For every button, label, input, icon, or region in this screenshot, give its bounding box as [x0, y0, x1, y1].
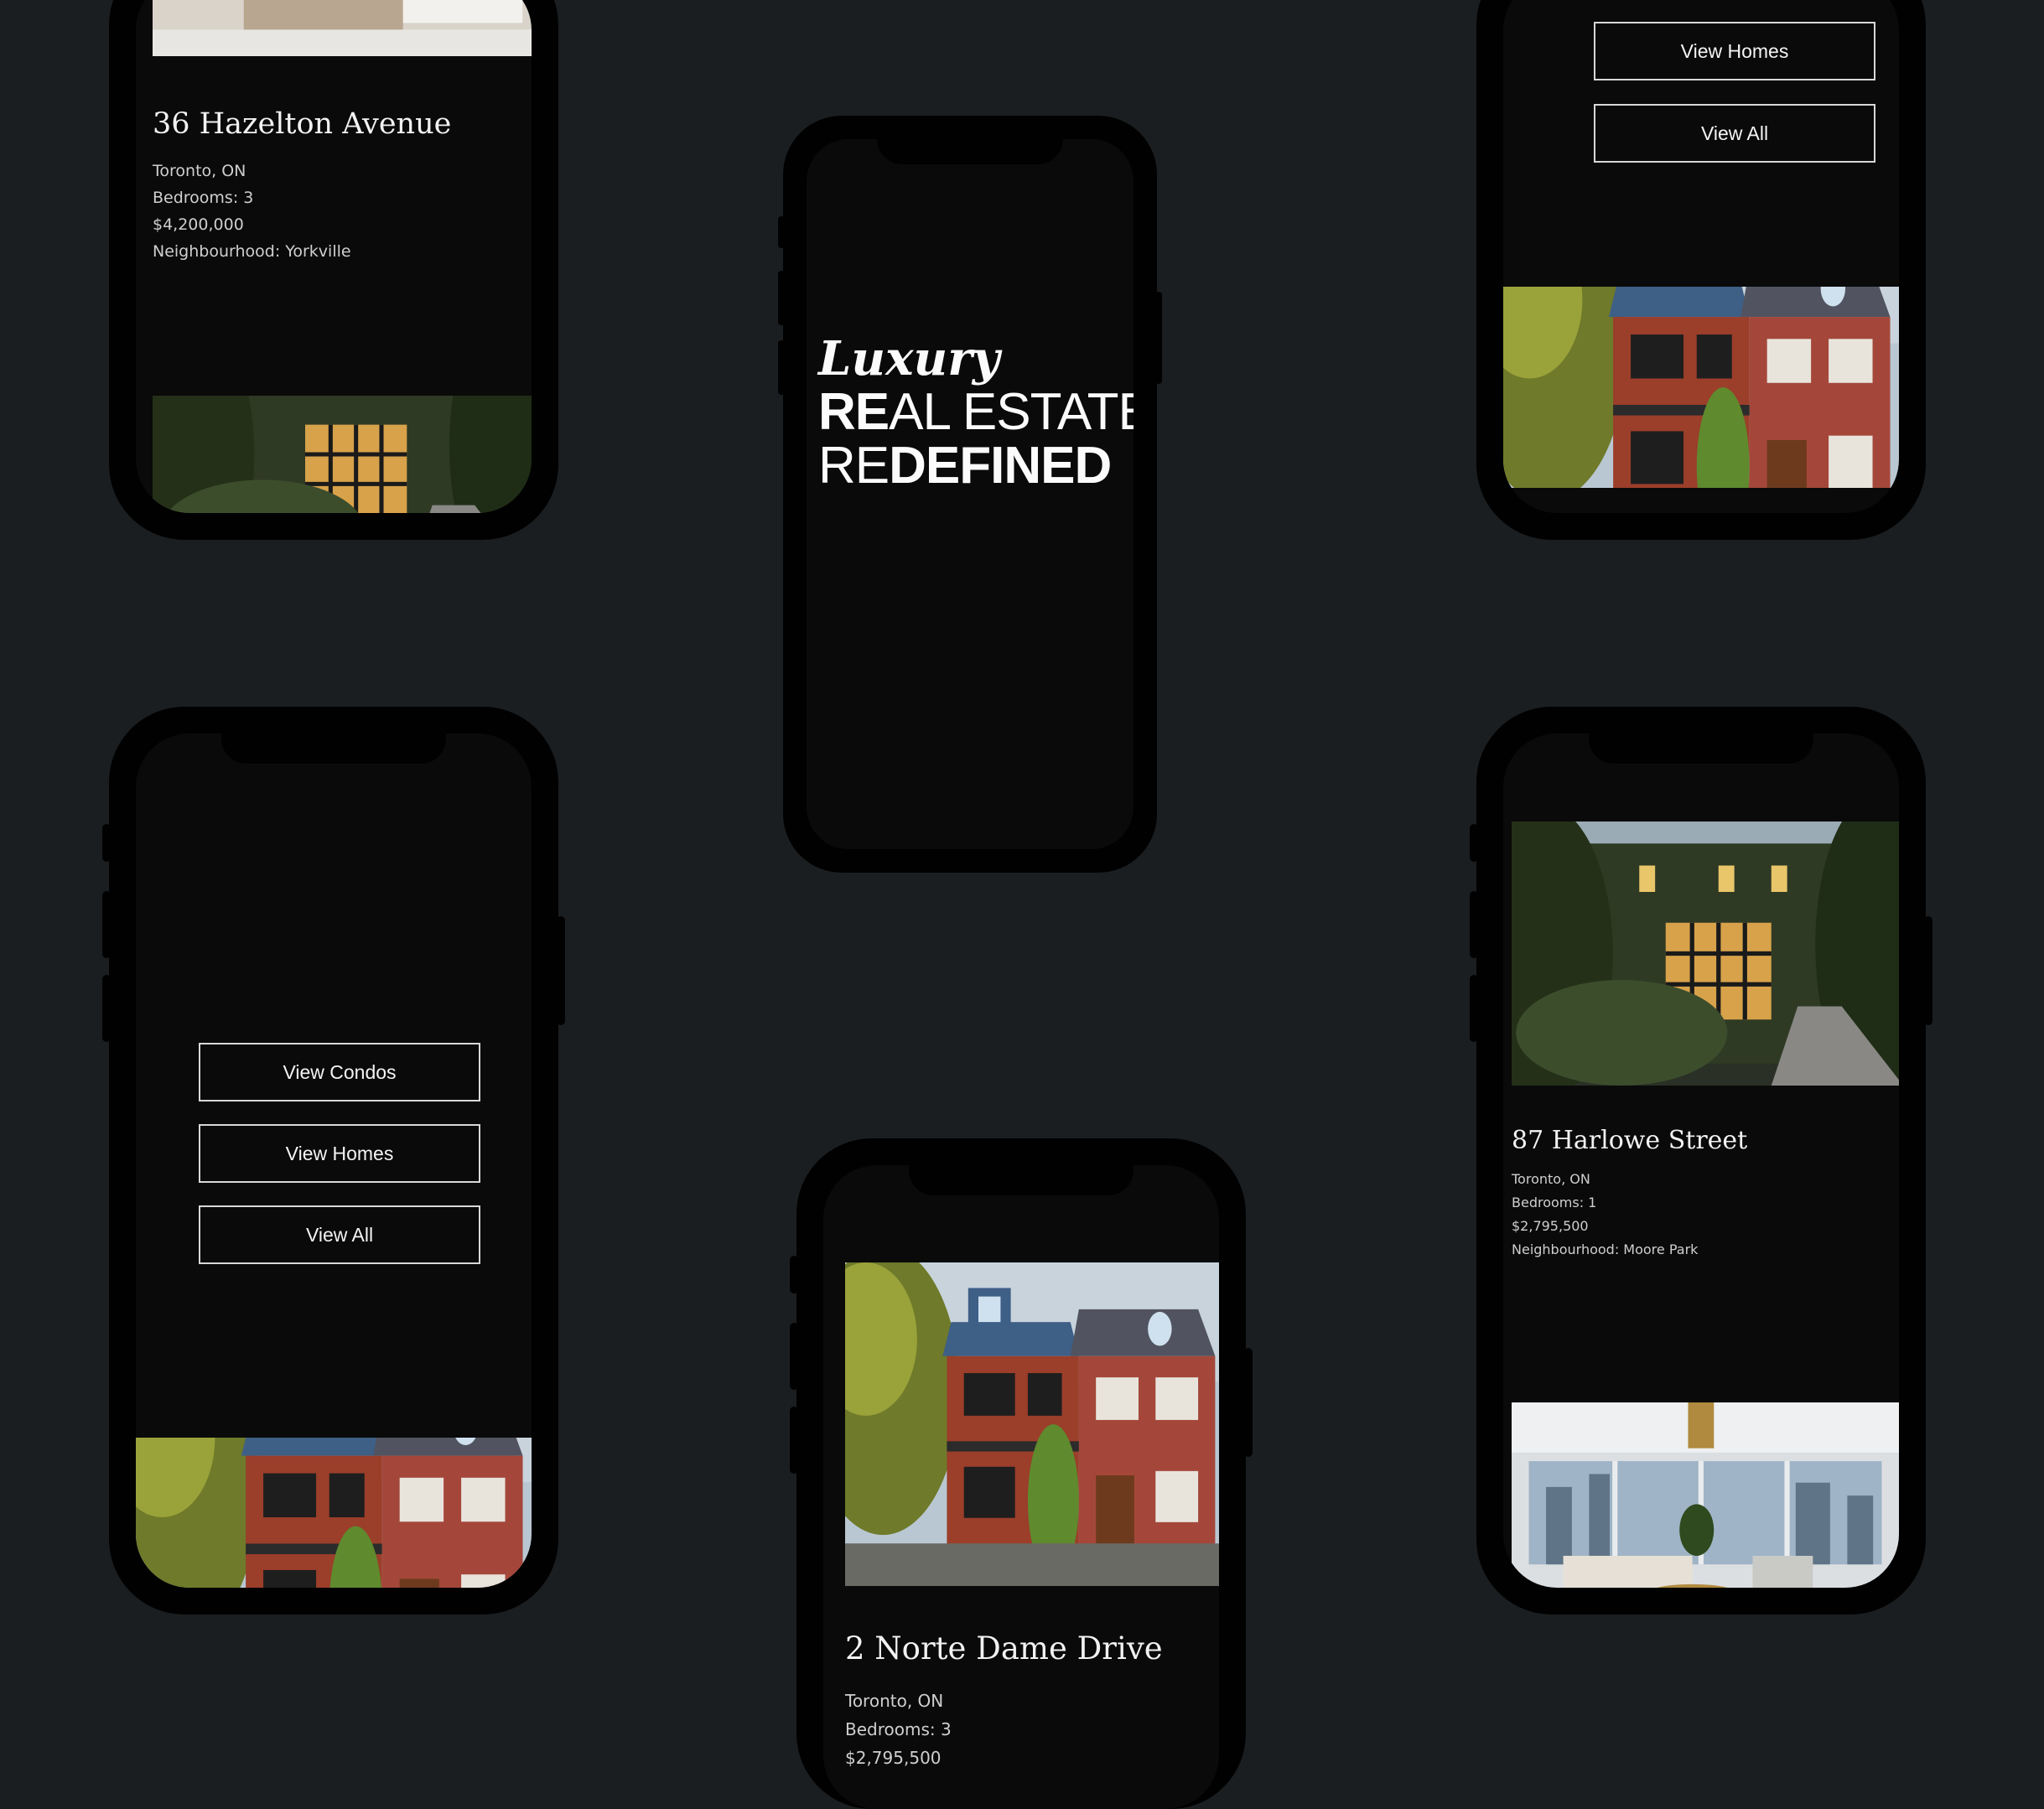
view-all-button[interactable]: View All — [1594, 104, 1875, 163]
listing-price: $2,795,500 — [845, 1748, 942, 1768]
listing-details: Toronto, ON Bedrooms: 3 $2,795,500 — [845, 1687, 952, 1772]
phone-side-button — [102, 975, 111, 1042]
phone-notch — [1589, 733, 1813, 764]
hero-line-real-estate: REAL ESTATE — [818, 383, 1134, 441]
phone-notch — [877, 139, 1063, 164]
listing-city: Toronto, ON — [1512, 1171, 1590, 1187]
view-homes-button[interactable]: View Homes — [199, 1124, 480, 1183]
phone-notch — [221, 733, 446, 764]
phone-side-button — [1244, 1348, 1253, 1457]
menu-photo[interactable] — [1503, 287, 1899, 488]
listing-bedrooms: Bedrooms: 3 — [845, 1719, 952, 1739]
phone-side-button — [778, 271, 785, 325]
phone-side-button — [1924, 916, 1932, 1025]
listing-photo[interactable] — [1512, 822, 1899, 1086]
listing-city: Toronto, ON — [845, 1691, 944, 1711]
view-homes-button[interactable]: View Homes — [1594, 22, 1875, 80]
phone-listing-hazelton: 36 Hazelton Avenue Toronto, ON Bedrooms:… — [109, 0, 558, 540]
phone-screen: View Homes View All — [1503, 0, 1899, 513]
listing-city: Toronto, ON — [153, 162, 246, 180]
listing-photo[interactable] — [845, 1262, 1219, 1586]
phone-side-button — [1470, 891, 1478, 958]
listing-address[interactable]: 36 Hazelton Avenue — [153, 107, 451, 141]
phone-screen: 36 Hazelton Avenue Toronto, ON Bedrooms:… — [136, 0, 532, 513]
phone-side-button — [557, 916, 565, 1025]
hero-line-luxury: Luxury — [818, 331, 1000, 386]
listing-price: $4,200,000 — [153, 215, 244, 234]
phone-side-button — [790, 1323, 798, 1390]
view-all-button[interactable]: View All — [199, 1205, 480, 1264]
phone-side-button — [790, 1407, 798, 1474]
phone-side-button — [1470, 975, 1478, 1042]
phone-screen: Luxury REAL ESTATE REDEFINED — [807, 139, 1134, 849]
listing-neighbourhood: Neighbourhood: Yorkville — [153, 242, 351, 261]
phone-side-button — [778, 340, 785, 395]
listing-neighbourhood: Neighbourhood: Moore Park — [1512, 1241, 1699, 1257]
menu-photo[interactable] — [136, 1438, 532, 1588]
listing-price: $2,795,500 — [1512, 1218, 1589, 1234]
listing-details: Toronto, ON Bedrooms: 3 $4,200,000 Neigh… — [153, 158, 351, 265]
phone-listing-norte-dame: 2 Norte Dame Drive Toronto, ON Bedrooms:… — [790, 1138, 1253, 1809]
phone-side-button — [102, 824, 111, 862]
phone-screen: View Condos View Homes View All — [136, 733, 532, 1588]
next-listing-photo[interactable] — [1512, 1402, 1899, 1588]
listing-bedrooms: Bedrooms: 1 — [1512, 1195, 1597, 1210]
view-condos-button[interactable]: View Condos — [199, 1043, 480, 1101]
phone-side-button — [778, 216, 785, 248]
phone-menu: View Condos View Homes View All — [102, 707, 565, 1615]
listing-bedrooms: Bedrooms: 3 — [153, 189, 254, 207]
phone-screen: 2 Norte Dame Drive Toronto, ON Bedrooms:… — [823, 1165, 1219, 1809]
phone-screen: 87 Harlowe Street Toronto, ON Bedrooms: … — [1503, 733, 1899, 1588]
phone-hero: Luxury REAL ESTATE REDEFINED — [778, 116, 1162, 873]
hero-headline: Luxury REAL ESTATE REDEFINED — [818, 332, 1134, 493]
listing-details: Toronto, ON Bedrooms: 1 $2,795,500 Neigh… — [1512, 1168, 1698, 1262]
phone-listing-harlowe: 87 Harlowe Street Toronto, ON Bedrooms: … — [1470, 707, 1932, 1615]
listing-address[interactable]: 87 Harlowe Street — [1512, 1126, 1747, 1155]
phone-notch — [909, 1165, 1134, 1195]
phone-side-button — [1155, 292, 1162, 384]
listing-address[interactable]: 2 Norte Dame Drive — [845, 1630, 1163, 1666]
phone-side-button — [102, 891, 111, 958]
phone-menu-top: View Homes View All — [1476, 0, 1926, 540]
phone-side-button — [790, 1256, 798, 1293]
next-listing-photo[interactable] — [153, 396, 532, 513]
listing-photo[interactable] — [153, 0, 532, 56]
hero-line-redefined: REDEFINED — [818, 437, 1112, 495]
phone-side-button — [1470, 824, 1478, 862]
